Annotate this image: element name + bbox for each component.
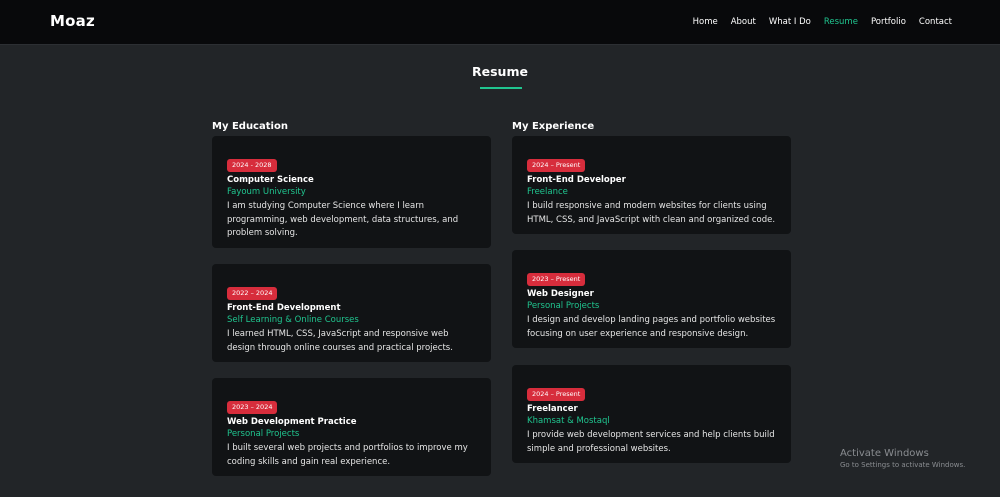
card-organization: Personal Projects [527, 301, 600, 311]
card-organization: Freelance [527, 187, 568, 197]
card-description: I design and develop landing pages and p… [527, 315, 776, 339]
education-card: 2024 - 2028 Computer Science Fayoum Univ… [212, 136, 491, 248]
date-badge: 2024 – Present [527, 388, 586, 401]
education-card: 2023 – 2024 Web Development Practice Per… [212, 378, 491, 476]
experience-card: 2024 – Present Freelancer Khamsat & Most… [512, 365, 791, 463]
date-badge: 2024 - 2028 [227, 159, 277, 172]
title-underline [480, 87, 522, 89]
card-organization: Personal Projects [227, 429, 300, 439]
card-organization: Fayoum University [227, 187, 306, 197]
education-heading: My Education [212, 121, 288, 132]
date-badge: 2024 – Present [527, 159, 586, 172]
nav-link-portfolio[interactable]: Portfolio [871, 17, 906, 27]
card-description: I build responsive and modern websites f… [527, 201, 776, 225]
experience-heading: My Experience [512, 121, 595, 132]
watermark-subtitle: Go to Settings to activate Windows. [840, 461, 966, 469]
navbar: Moaz Home About What I Do Resume Portfol… [0, 0, 1000, 45]
card-description: I provide web development services and h… [527, 430, 775, 454]
date-badge: 2022 – 2024 [227, 287, 278, 300]
card-title: Computer Science [227, 175, 314, 185]
nav-links: Home About What I Do Resume Portfolio Co… [693, 17, 952, 27]
section-title: Resume [472, 64, 528, 79]
card-title: Front-End Developer [527, 175, 626, 185]
card-title: Web Development Practice [227, 417, 357, 427]
card-organization: Khamsat & Mostaql [527, 416, 610, 426]
nav-link-what-i-do[interactable]: What I Do [769, 17, 811, 27]
watermark-title: Activate Windows [840, 448, 929, 459]
card-description: I learned HTML, CSS, JavaScript and resp… [227, 329, 453, 353]
card-organization: Self Learning & Online Courses [227, 315, 359, 325]
experience-card: 2024 – Present Front-End Developer Freel… [512, 136, 791, 234]
site-logo[interactable]: Moaz [50, 12, 95, 30]
nav-link-home[interactable]: Home [693, 17, 718, 27]
nav-link-about[interactable]: About [731, 17, 756, 27]
card-title: Front-End Development [227, 303, 341, 313]
card-description: I am studying Computer Science where I l… [227, 201, 459, 238]
experience-card: 2023 – Present Web Designer Personal Pro… [512, 250, 791, 348]
card-title: Freelancer [527, 404, 578, 414]
education-card: 2022 – 2024 Front-End Development Self L… [212, 264, 491, 362]
card-title: Web Designer [527, 289, 594, 299]
date-badge: 2023 – 2024 [227, 401, 278, 414]
date-badge: 2023 – Present [527, 273, 586, 286]
card-description: I built several web projects and portfol… [227, 443, 468, 467]
nav-link-contact[interactable]: Contact [919, 17, 952, 27]
nav-link-resume[interactable]: Resume [824, 17, 858, 27]
activation-watermark: Activate Windows Go to Settings to activ… [840, 448, 965, 470]
